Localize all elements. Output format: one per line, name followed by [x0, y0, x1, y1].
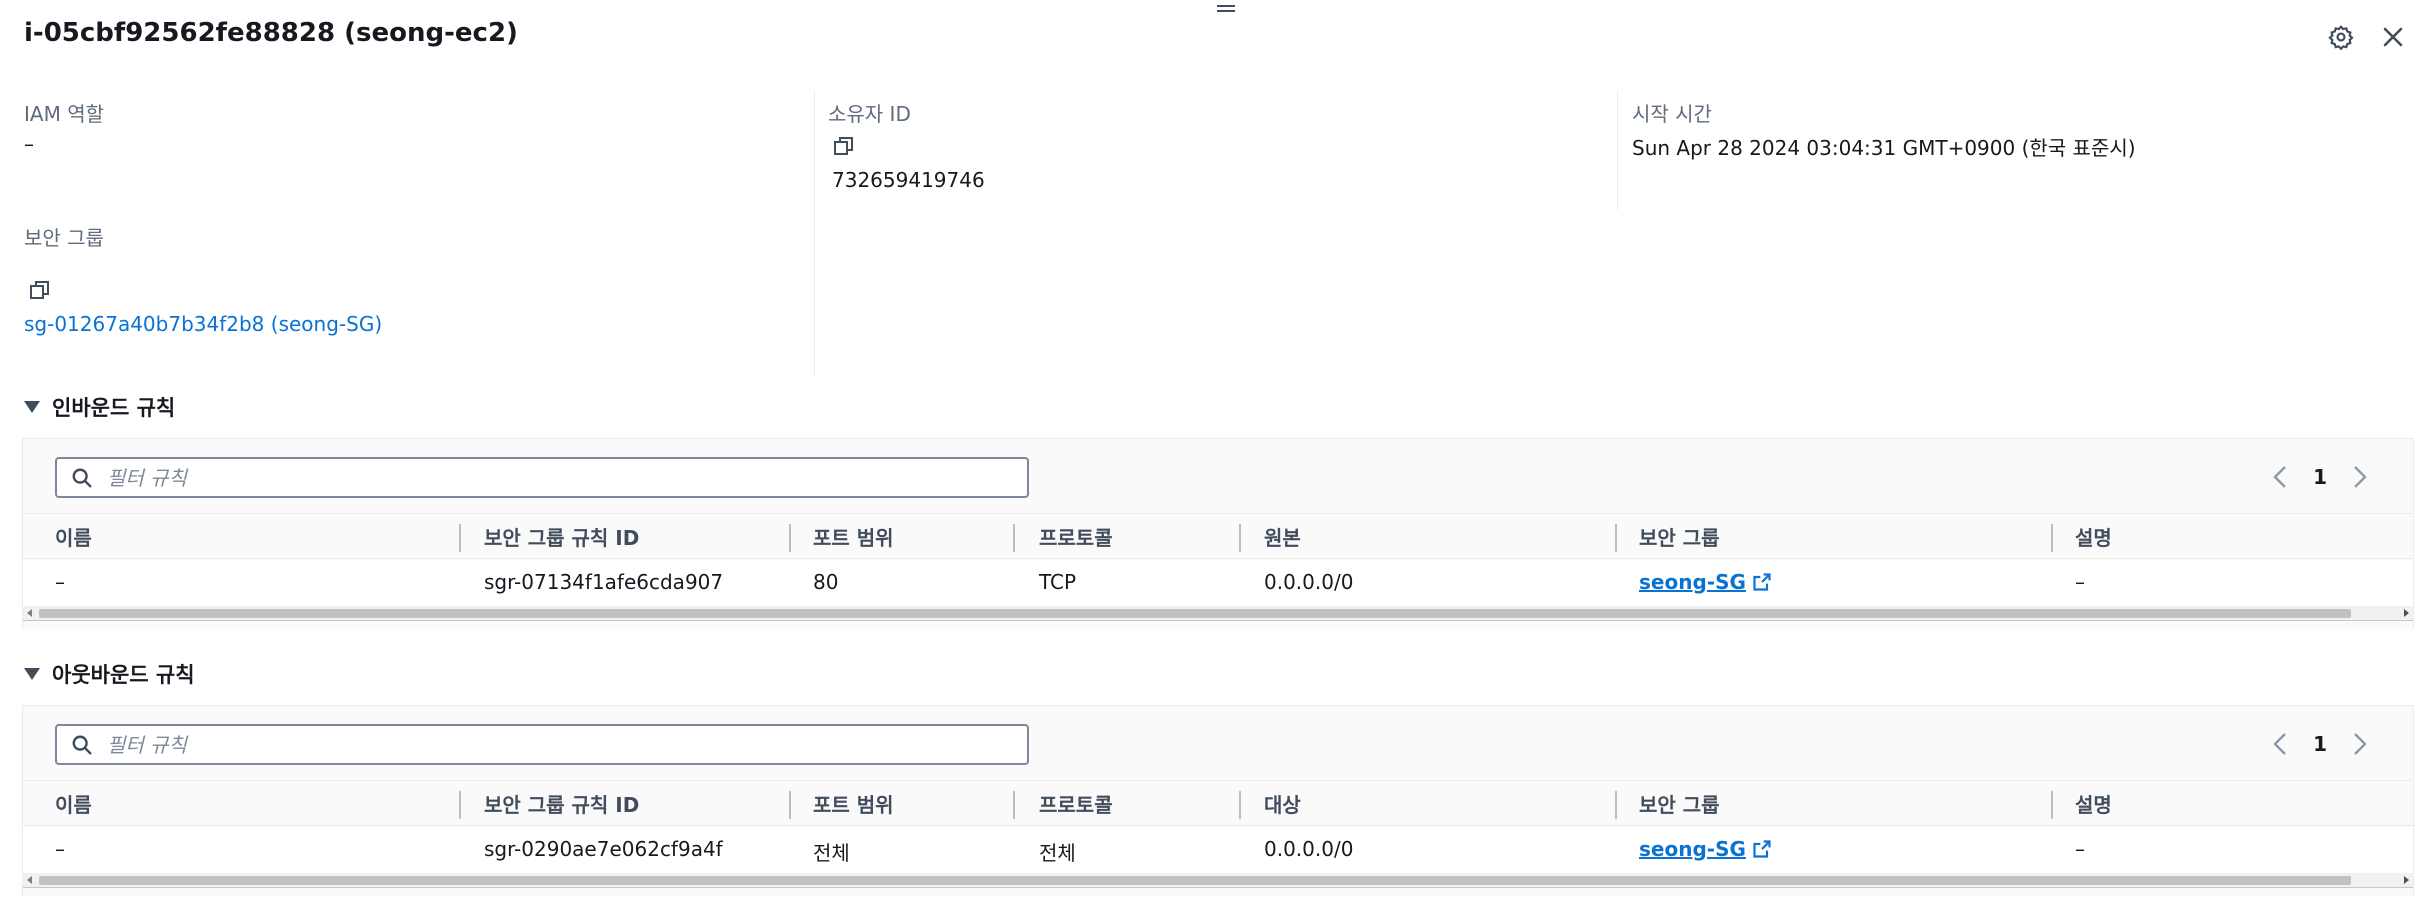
scrollbar-thumb[interactable] [39, 876, 2351, 885]
chevron-right-icon[interactable] [2345, 459, 2375, 495]
column-header[interactable]: 포트 범위 [813, 522, 894, 551]
copy-icon[interactable] [832, 134, 858, 160]
outbound-filter-field[interactable] [107, 732, 987, 757]
external-link-icon [1753, 840, 1771, 858]
column-header[interactable]: 보안 그룹 규칙 ID [484, 522, 639, 551]
search-icon [57, 467, 107, 489]
outbound-filter-input[interactable] [55, 724, 1029, 765]
horizontal-scrollbar[interactable] [23, 606, 2413, 621]
cell-name: – [55, 837, 65, 861]
gear-icon[interactable] [2326, 22, 2356, 52]
security-groups-label: 보안 그룹 [24, 226, 104, 250]
cell-protocol: 전체 [1039, 841, 1076, 865]
table-header: 이름 보안 그룹 규칙 ID 포트 범위 프로토콜 원본 보안 그룹 설명 [23, 513, 2413, 559]
cell-source: 0.0.0.0/0 [1264, 570, 1354, 594]
scrollbar-thumb[interactable] [39, 609, 2351, 618]
column-header[interactable]: 포트 범위 [813, 789, 894, 818]
column-resizer[interactable] [1013, 524, 1015, 552]
column-header[interactable]: 보안 그룹 [1639, 789, 1720, 818]
column-divider [814, 90, 815, 376]
cell-security-group: seong-SG [1639, 837, 1746, 861]
iam-role-label: IAM 역할 [24, 102, 104, 126]
chevron-left-icon[interactable] [2265, 726, 2295, 762]
column-header[interactable]: 프로토콜 [1039, 789, 1113, 818]
table-row[interactable]: – sgr-0290ae7e062cf9a4f 전체 전체 0.0.0.0/0 … [23, 827, 2413, 873]
column-header[interactable]: 설명 [2075, 789, 2112, 818]
cell-security-group: seong-SG [1639, 570, 1746, 594]
scroll-left-icon[interactable] [27, 609, 32, 617]
column-header[interactable]: 대상 [1264, 789, 1301, 818]
column-header[interactable]: 프로토콜 [1039, 522, 1113, 551]
search-icon [57, 734, 107, 756]
scroll-right-icon[interactable] [2404, 876, 2409, 884]
external-link-icon [1753, 573, 1771, 591]
cell-protocol: TCP [1039, 570, 1077, 594]
owner-id-label: 소유자 ID [828, 102, 911, 126]
column-resizer[interactable] [1615, 791, 1617, 819]
outbound-rules-title: 아웃바운드 규칙 [52, 663, 195, 687]
inbound-rules-table: 1 이름 보안 그룹 규칙 ID 포트 범위 프로토콜 원본 보안 그룹 설명 … [22, 438, 2414, 629]
page-title: i-05cbf92562fe88828 (seong-ec2) [24, 18, 518, 48]
outbound-rules-table: 1 이름 보안 그룹 규칙 ID 포트 범위 프로토콜 대상 보안 그룹 설명 … [22, 705, 2414, 896]
inbound-rules-toggle[interactable]: 인바운드 규칙 [24, 392, 175, 422]
horizontal-scrollbar[interactable] [23, 873, 2413, 888]
column-resizer[interactable] [1615, 524, 1617, 552]
column-header[interactable]: 원본 [1264, 522, 1301, 551]
column-divider [1617, 90, 1618, 210]
outbound-pagination: 1 [2265, 726, 2375, 762]
column-resizer[interactable] [789, 524, 791, 552]
column-resizer[interactable] [2051, 791, 2053, 819]
column-header[interactable]: 이름 [55, 789, 92, 818]
cell-port-range: 전체 [813, 841, 850, 865]
iam-role-value: – [24, 132, 34, 156]
launch-time-value: Sun Apr 28 2024 03:04:31 GMT+0900 (한국 표준… [1632, 136, 2136, 160]
column-header[interactable]: 보안 그룹 규칙 ID [484, 789, 639, 818]
cell-destination: 0.0.0.0/0 [1264, 837, 1354, 861]
column-header[interactable]: 이름 [55, 522, 92, 551]
chevron-left-icon[interactable] [2265, 459, 2295, 495]
column-resizer[interactable] [1239, 524, 1241, 552]
page-number[interactable]: 1 [2313, 732, 2327, 756]
inbound-rules-title: 인바운드 규칙 [52, 396, 176, 420]
cell-rule-id: sgr-0290ae7e062cf9a4f [484, 837, 723, 861]
inbound-filter-field[interactable] [107, 465, 987, 490]
inbound-filter-input[interactable] [55, 457, 1029, 498]
column-resizer[interactable] [1239, 791, 1241, 819]
cell-rule-id: sgr-07134f1afe6cda907 [484, 570, 724, 594]
page-number[interactable]: 1 [2313, 465, 2327, 489]
caret-down-icon [24, 668, 40, 680]
column-resizer[interactable] [2051, 524, 2053, 552]
chevron-right-icon[interactable] [2345, 726, 2375, 762]
security-group-link[interactable]: seong-SG [1639, 837, 1772, 861]
column-resizer[interactable] [459, 791, 461, 819]
security-group-link[interactable]: seong-SG [1639, 570, 1772, 594]
column-resizer[interactable] [789, 791, 791, 819]
security-group-link[interactable]: sg-01267a40b7b34f2b8 (seong-SG) [24, 312, 382, 336]
cell-description: – [2075, 570, 2085, 594]
resize-handle-icon[interactable] [1217, 2, 1235, 16]
close-icon[interactable] [2378, 22, 2408, 52]
copy-icon[interactable] [28, 278, 54, 304]
column-resizer[interactable] [1013, 791, 1015, 819]
table-row[interactable]: – sgr-07134f1afe6cda907 80 TCP 0.0.0.0/0… [23, 560, 2413, 606]
cell-description: – [2075, 837, 2085, 861]
column-header[interactable]: 보안 그룹 [1639, 522, 1720, 551]
caret-down-icon [24, 401, 40, 413]
owner-id-value: 732659419746 [832, 168, 985, 192]
inbound-pagination: 1 [2265, 459, 2375, 495]
cell-name: – [55, 570, 65, 594]
table-header: 이름 보안 그룹 규칙 ID 포트 범위 프로토콜 대상 보안 그룹 설명 [23, 780, 2413, 826]
outbound-rules-toggle[interactable]: 아웃바운드 규칙 [24, 659, 195, 689]
scroll-left-icon[interactable] [27, 876, 32, 884]
launch-time-label: 시작 시간 [1632, 102, 1712, 126]
column-resizer[interactable] [459, 524, 461, 552]
scroll-right-icon[interactable] [2404, 609, 2409, 617]
column-header[interactable]: 설명 [2075, 522, 2112, 551]
cell-port-range: 80 [813, 570, 839, 594]
